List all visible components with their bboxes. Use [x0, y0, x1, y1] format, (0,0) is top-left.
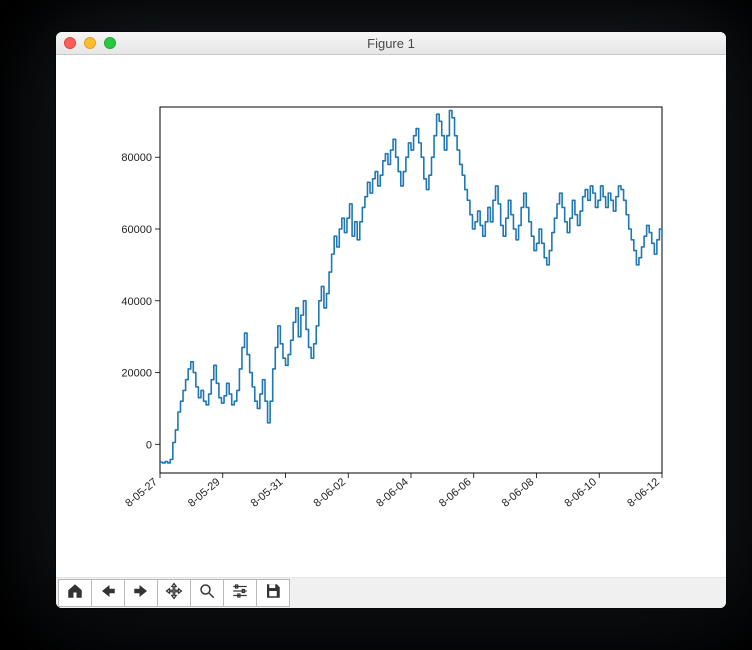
titlebar[interactable]: Figure 1	[56, 32, 726, 55]
figure-window: Figure 1 0200004000060000800008-05-278-0…	[56, 32, 726, 608]
zoom-button[interactable]	[190, 579, 224, 607]
y-axis: 0 20000 40000 60000 80000	[121, 152, 160, 451]
matplotlib-toolbar	[56, 577, 726, 608]
y-tick-label: 40000	[121, 296, 152, 308]
x-tick-label: 8-05-31	[249, 476, 286, 510]
y-tick-label: 0	[146, 439, 152, 451]
x-tick-label: 8-05-29	[186, 476, 223, 510]
save-icon	[264, 582, 282, 605]
axes-frame	[160, 107, 662, 473]
x-tick-label: 8-06-06	[437, 476, 474, 510]
home-button[interactable]	[58, 579, 92, 607]
minimize-window-button[interactable]	[84, 37, 96, 49]
back-button[interactable]	[91, 579, 125, 607]
save-button[interactable]	[256, 579, 290, 607]
plot-content: 0200004000060000800008-05-278-05-298-05-…	[56, 55, 726, 579]
forward-button[interactable]	[124, 579, 158, 607]
zoom-window-button[interactable]	[104, 37, 116, 49]
move-icon	[165, 582, 183, 605]
window-controls	[64, 37, 116, 49]
x-tick-label: 8-06-08	[500, 476, 537, 510]
x-tick-label: 8-05-27	[123, 476, 160, 510]
x-tick-label: 8-06-02	[311, 476, 348, 510]
y-tick-label: 60000	[121, 224, 152, 236]
sliders-icon	[231, 582, 249, 605]
plot-svg[interactable]: 0200004000060000800008-05-278-05-298-05-…	[56, 55, 726, 579]
x-tick-label: 8-06-10	[562, 476, 599, 510]
close-window-button[interactable]	[64, 37, 76, 49]
configure-button[interactable]	[223, 579, 257, 607]
zoom-icon	[198, 582, 216, 605]
x-axis: 8-05-27 8-05-29 8-05-31 8-06-02 8-06-04 8-06-…	[123, 473, 662, 510]
pan-button[interactable]	[157, 579, 191, 607]
home-icon	[66, 582, 84, 605]
x-tick-label: 8-06-04	[374, 476, 411, 510]
window-title: Figure 1	[367, 36, 415, 51]
y-tick-label: 20000	[121, 368, 152, 380]
arrow-left-icon	[99, 582, 117, 605]
series-1-line	[160, 111, 662, 463]
x-tick-label: 8-06-12	[625, 476, 662, 510]
arrow-right-icon	[132, 582, 150, 605]
y-tick-label: 80000	[121, 152, 152, 164]
